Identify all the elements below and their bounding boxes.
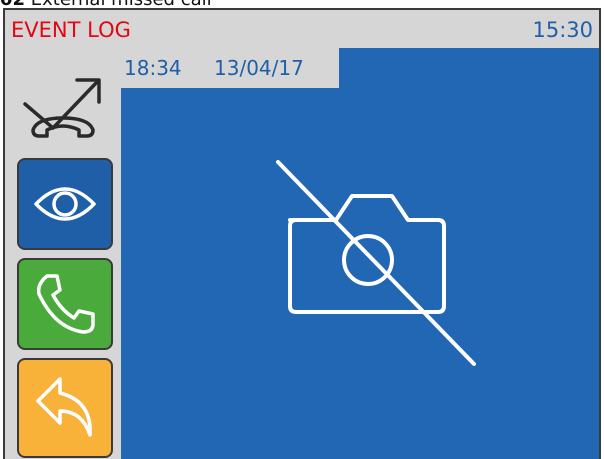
back-button[interactable] — [17, 358, 113, 458]
event-timestamp: 18:34 13/04/17 — [121, 48, 339, 88]
sidebar — [5, 48, 121, 459]
camera-off-icon — [276, 160, 476, 366]
phone-handset-icon — [36, 274, 95, 334]
video-preview: 18:34 13/04/17 — [121, 48, 599, 459]
back-arrow-icon — [36, 377, 92, 437]
missed-call-icon — [23, 78, 101, 138]
clock: 15:30 — [532, 18, 593, 42]
device-screen: EVENT LOG 15:30 18:34 13/04/17 — [3, 8, 601, 459]
eye-icon — [34, 187, 96, 221]
top-bar: EVENT LOG 15:30 — [5, 10, 599, 48]
event-time: 18:34 — [124, 56, 182, 80]
page-title: EVENT LOG — [11, 18, 131, 42]
event-date: 13/04/17 — [214, 56, 304, 80]
call-button[interactable] — [17, 258, 113, 350]
view-button[interactable] — [17, 158, 113, 250]
